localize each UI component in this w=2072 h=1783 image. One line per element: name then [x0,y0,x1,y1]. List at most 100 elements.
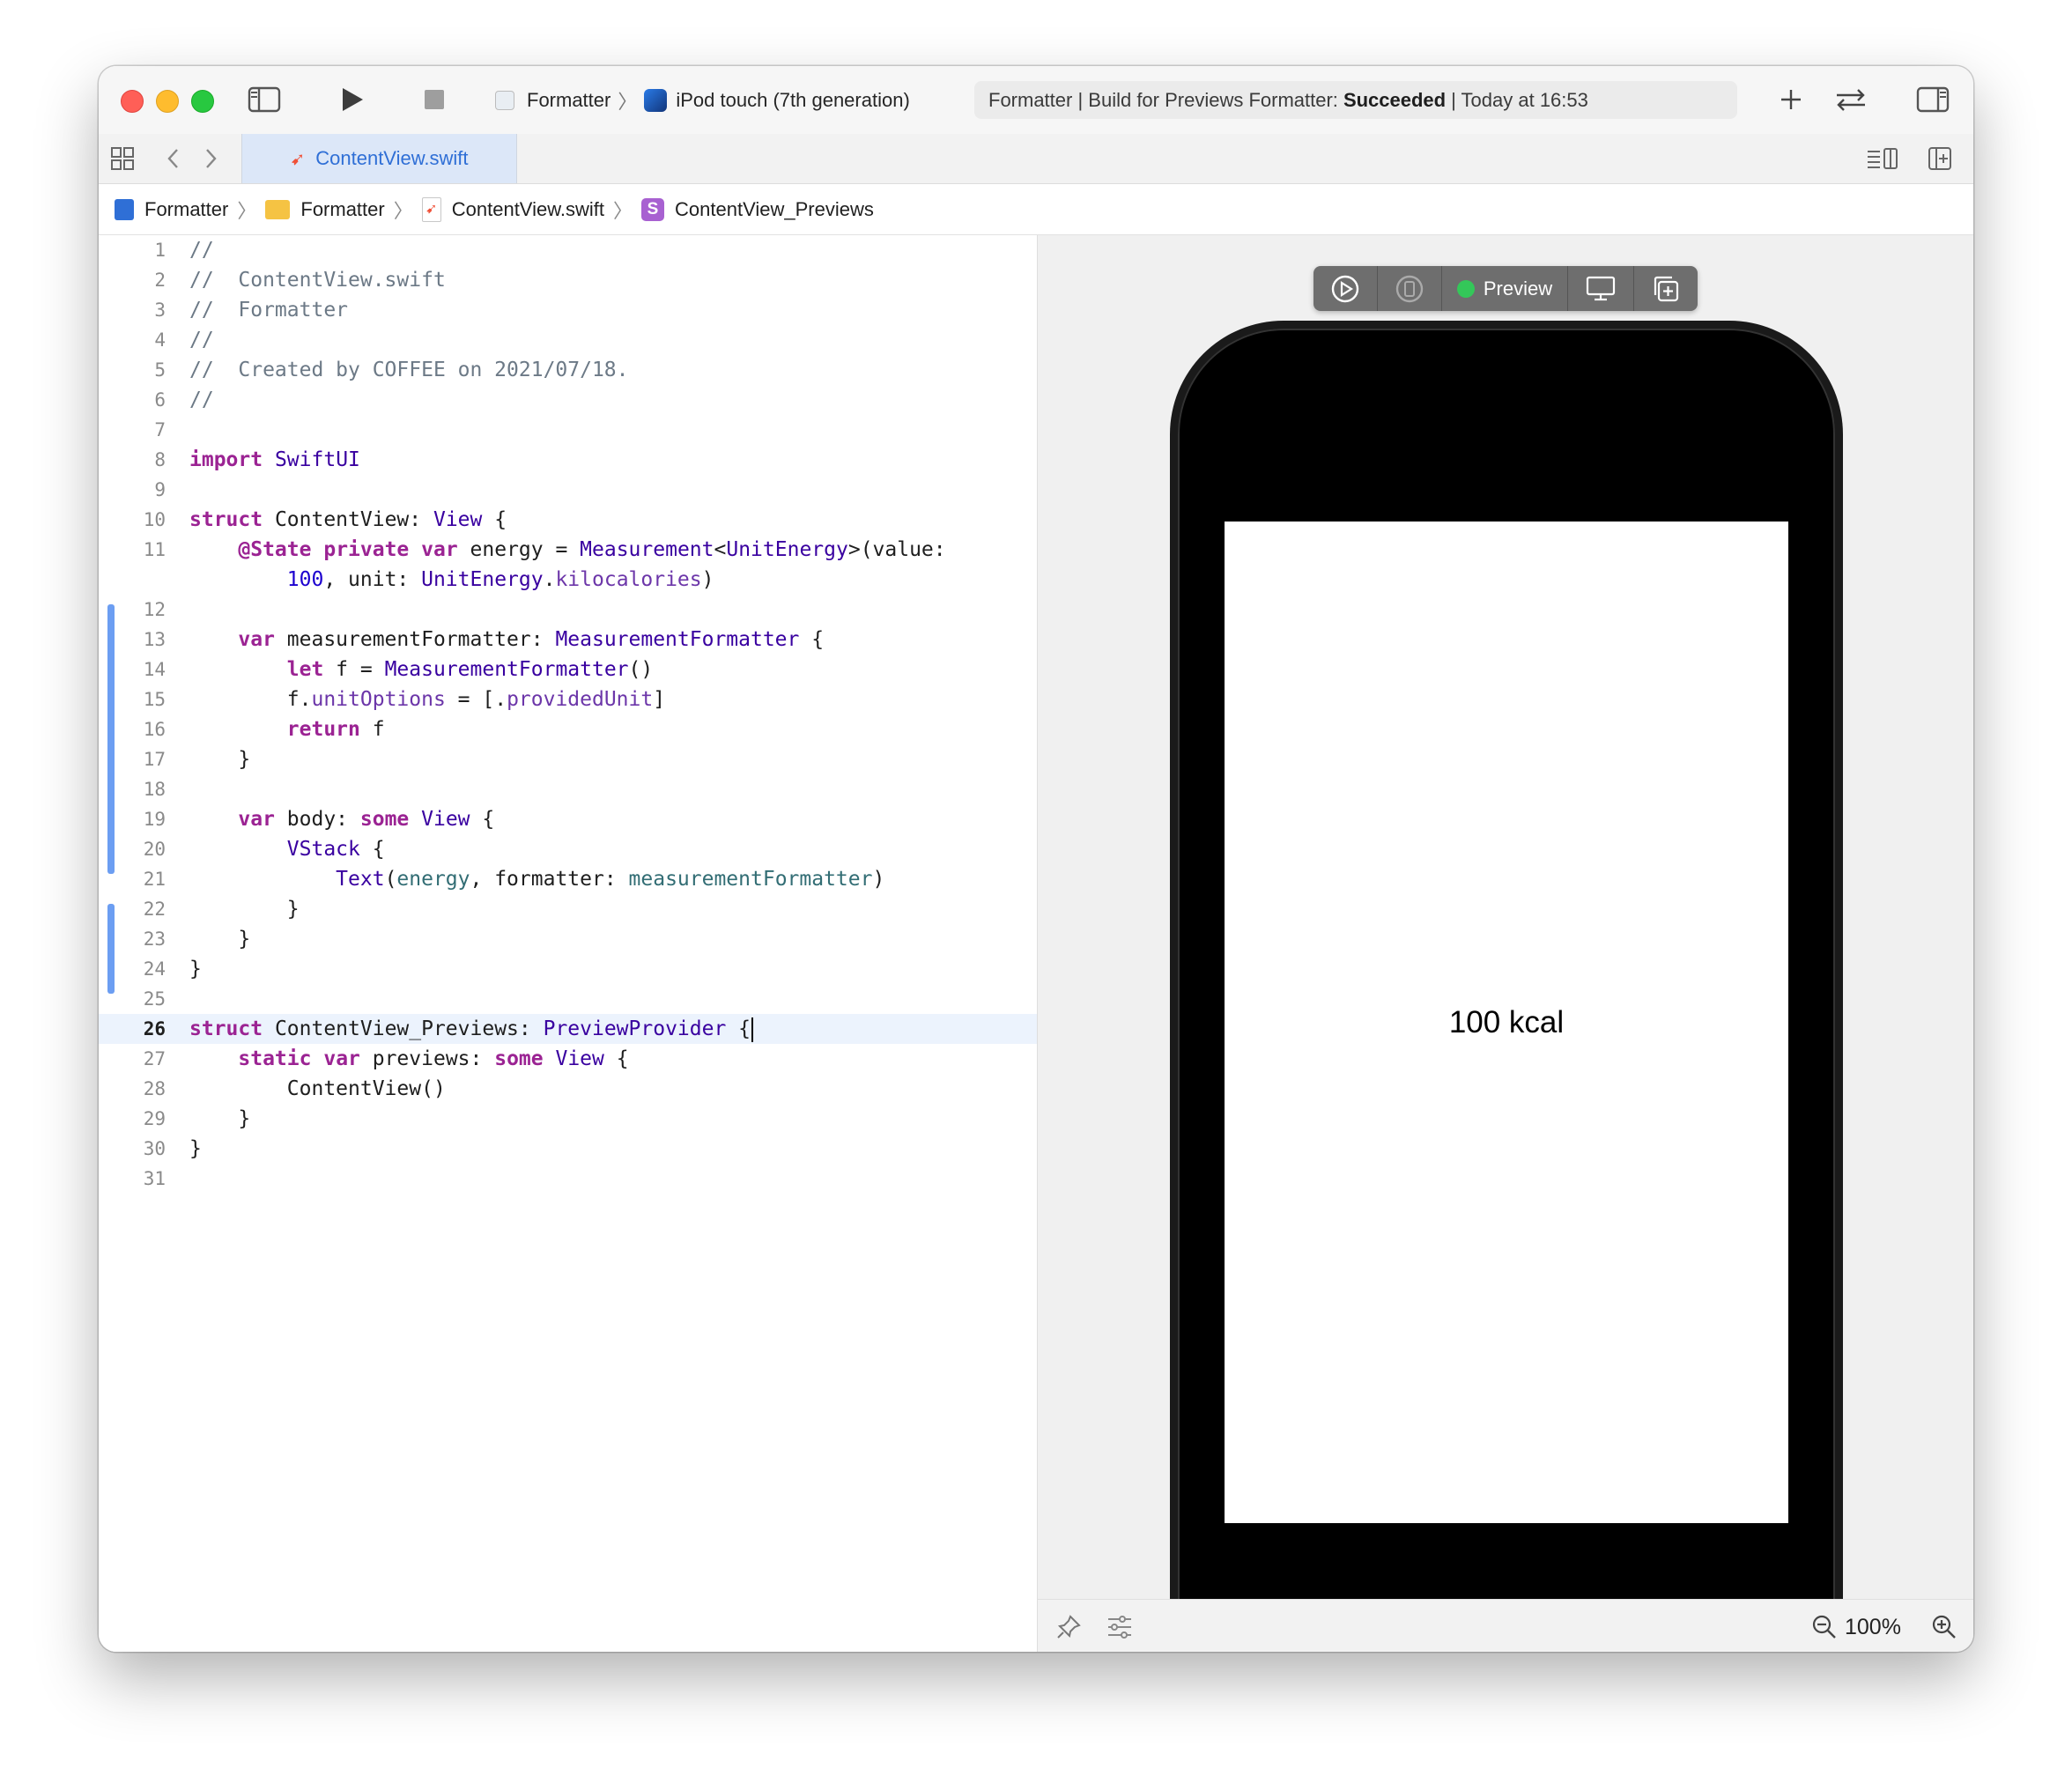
code-text: } [189,928,251,951]
inspect-preview-button[interactable] [1568,266,1634,311]
code-text: ContentView() [189,1077,446,1100]
minimize-window-button[interactable] [156,90,179,113]
code-line[interactable]: 1 // [99,235,1037,265]
code-line[interactable]: 26 struct ContentView_Previews: PreviewPr… [99,1014,1037,1044]
duplicate-icon [1654,276,1679,301]
code-review-icon[interactable] [1832,84,1870,115]
inspector-toggle-icon[interactable] [1915,84,1950,115]
navigator-toggle-icon[interactable] [247,84,282,115]
back-icon[interactable] [160,145,187,172]
code-line[interactable]: 4 // [99,325,1037,355]
close-window-button[interactable] [121,90,144,113]
tab-contentview-swift[interactable]: ➹ ContentView.swift [241,134,517,183]
code-text: } [189,898,300,921]
code-line[interactable]: 8 import SwiftUI [99,445,1037,475]
code-line[interactable]: 16 return f [99,714,1037,744]
line-number: 8 [154,449,166,470]
line-number: 6 [154,389,166,411]
line-number: 4 [154,329,166,351]
scheme-device-label: iPod touch (7th generation) [676,89,910,111]
code-line[interactable]: 6 // [99,385,1037,415]
code-line[interactable]: 19 var body: some View { [99,804,1037,834]
activity-prefix: Formatter | Build for Previews Formatter… [988,88,1338,111]
line-number: 22 [143,899,166,920]
code-line[interactable]: 31 [99,1164,1037,1194]
zoom-out-icon[interactable] [1809,1612,1839,1642]
add-editor-icon[interactable] [1927,145,1953,172]
code-text: var body: some View { [238,808,495,831]
code-line[interactable]: 28 ContentView() [99,1074,1037,1104]
code-line[interactable]: 2 // ContentView.swift [99,265,1037,295]
code-line[interactable]: 11 @State private var energy = Measureme… [99,535,1037,565]
breadcrumb-item-file[interactable]: ➹ ContentView.swift [421,196,604,222]
preview-label: Preview [1483,277,1553,300]
forward-icon[interactable] [197,145,224,172]
variants-icon[interactable] [1105,1612,1135,1642]
code-line[interactable]: 20 VStack { [99,834,1037,864]
code-line[interactable]: 5 // Created by COFFEE on 2021/07/18. [99,355,1037,385]
source-editor[interactable]: 1 // 2 // ContentView.swift 3 // Formatter 4 //… [99,235,1038,1652]
live-status-dot-icon [1456,279,1475,298]
zoom-level: 100% [1845,1615,1901,1639]
device-screen[interactable]: 100 kcal [1225,522,1788,1523]
code-text: import SwiftUI [189,448,360,471]
code-line[interactable]: 18 [99,774,1037,804]
code-line[interactable]: 14 let f = MeasurementFormatter() [99,655,1037,684]
breadcrumb-item-folder[interactable]: Formatter [265,198,385,221]
related-items-icon[interactable] [109,145,136,172]
line-number: 23 [143,928,166,950]
code-line[interactable]: 10 struct ContentView: View { [99,505,1037,535]
code-line[interactable]: 29 } [99,1104,1037,1134]
breadcrumb: Formatter 〉 Formatter 〉 ➹ ContentView.sw… [99,184,1973,235]
line-number: 10 [143,509,166,530]
code-line[interactable]: 24} [99,954,1037,984]
add-library-icon[interactable] [1775,84,1807,115]
zoom-window-button[interactable] [191,90,214,113]
code-line[interactable]: 3 // Formatter [99,295,1037,325]
line-number: 2 [154,270,166,291]
scheme-target-icon [495,91,514,110]
code-line[interactable]: 7 [99,415,1037,445]
code-line[interactable]: 25 [99,984,1037,1014]
code-line[interactable]: 22 } [99,894,1037,924]
run-icon[interactable] [337,84,368,115]
breadcrumb-item-struct[interactable]: S ContentView_Previews [641,197,874,221]
tab-label: ContentView.swift [315,147,469,169]
editor-options-icon[interactable] [1865,145,1900,172]
line-number: 21 [143,869,166,890]
pin-icon[interactable] [1054,1612,1084,1642]
code-line[interactable]: 30} [99,1134,1037,1164]
project-icon [115,198,134,220]
scheme-selector[interactable]: Formatter 〉 iPod touch (7th generation) [495,85,910,115]
code-text: 100, unit: UnitEnergy.kilocalories) [286,568,714,591]
code-line[interactable]: 9 [99,475,1037,505]
code-text: // Formatter [189,299,349,322]
code-text: } [189,958,202,980]
code-line[interactable]: 13 var measurementFormatter: Measurement… [99,625,1037,655]
line-number: 19 [143,809,166,830]
tab-bar: ➹ ContentView.swift [99,134,1973,184]
code-text: } [189,1137,202,1160]
breadcrumb-item-project[interactable]: Formatter [115,198,228,221]
preview-status: Preview [1442,266,1568,311]
line-number: 20 [143,839,166,860]
zoom-in-icon[interactable] [1929,1612,1959,1642]
device-preview-button[interactable] [1378,266,1442,311]
code-line[interactable]: 23 } [99,924,1037,954]
stop-icon[interactable] [420,85,448,114]
code-line[interactable]: 27 static var previews: some View { [99,1044,1037,1074]
code-line[interactable]: 100, unit: UnitEnergy.kilocalories) [99,565,1037,595]
code-text: // [189,329,214,351]
line-number: 26 [143,1018,166,1039]
code-line[interactable]: 15 f.unitOptions = [.providedUnit] [99,684,1037,714]
code-line[interactable]: 17 } [99,744,1037,774]
line-number: 25 [143,988,166,1010]
live-preview-button[interactable] [1314,266,1378,311]
code-line[interactable]: 21 Text(energy, formatter: measurementFo… [99,864,1037,894]
device-frame: 100 kcal [1178,329,1835,1650]
line-number: 14 [143,659,166,680]
code-line[interactable]: 12 [99,595,1037,625]
duplicate-preview-button[interactable] [1634,266,1698,311]
swift-file-icon: ➹ [421,196,441,222]
line-number: 29 [143,1108,166,1129]
